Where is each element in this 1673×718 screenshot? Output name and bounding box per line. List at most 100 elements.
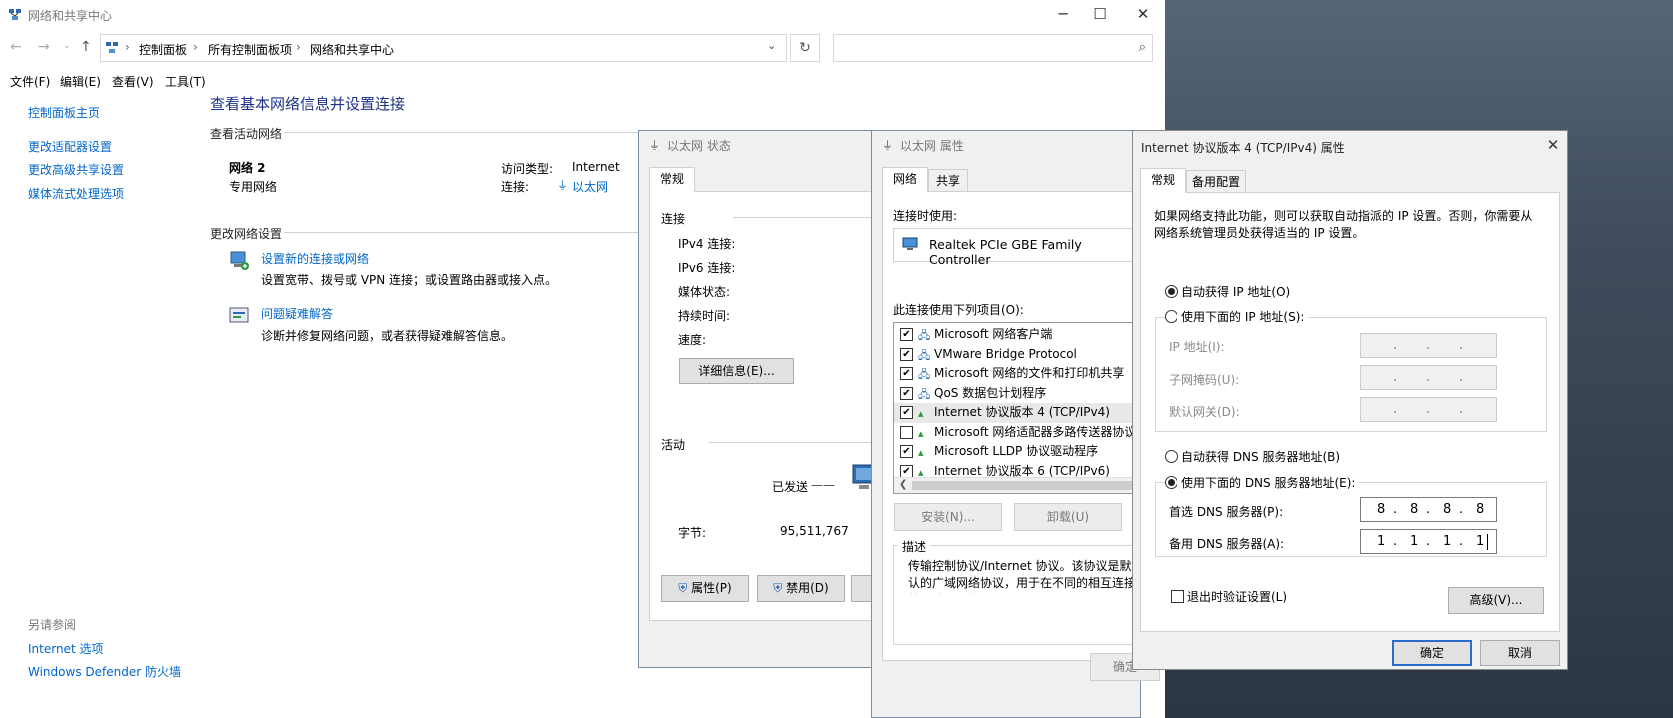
sent-dash: —— bbox=[811, 478, 835, 492]
component-checkbox[interactable]: ✔ bbox=[900, 445, 913, 458]
component-checkbox[interactable]: ✔ bbox=[900, 406, 913, 419]
component-label: Internet 协议版本 4 (TCP/IPv4) bbox=[934, 405, 1110, 419]
octet-dot: . bbox=[1459, 502, 1464, 517]
menu-tools[interactable]: 工具(T) bbox=[165, 73, 206, 90]
component-item[interactable]: ✔ 🖧 VMware Bridge Protocol bbox=[894, 345, 1143, 365]
recent-dropdown-icon[interactable]: ⌄ bbox=[63, 41, 71, 51]
component-checkbox[interactable]: ✔ bbox=[900, 347, 913, 361]
validate-checkbox[interactable] bbox=[1171, 590, 1184, 603]
component-item[interactable]: ▴ Microsoft 网络适配器多路传送器协议 bbox=[894, 423, 1143, 443]
preferred-dns-octet-3: 8 bbox=[1443, 502, 1452, 517]
alternate-dns-octet-3: 1 bbox=[1443, 534, 1452, 549]
component-checkbox[interactable]: ✔ bbox=[900, 386, 913, 400]
disable-button[interactable]: ⛨ 禁用(D) bbox=[757, 575, 845, 602]
auto-ip-label[interactable]: 自动获得 IP 地址(O) bbox=[1181, 283, 1290, 300]
component-checkbox[interactable]: ✔ bbox=[900, 464, 913, 478]
group-divider bbox=[733, 217, 879, 218]
see-also-heading: 另请参阅 bbox=[28, 618, 77, 632]
troubleshoot-icon bbox=[228, 305, 250, 327]
sidebar-item-home[interactable]: 控制面板主页 bbox=[28, 104, 100, 121]
preferred-dns-octet-2: 8 bbox=[1410, 502, 1419, 517]
bytes-label: 字节: bbox=[678, 526, 707, 540]
maximize-button[interactable]: ☐ bbox=[1077, 0, 1123, 28]
auto-dns-label[interactable]: 自动获得 DNS 服务器地址(B) bbox=[1181, 448, 1340, 465]
refresh-button[interactable]: ↻ bbox=[790, 34, 820, 62]
tab-general[interactable]: 常规 bbox=[1140, 168, 1186, 193]
back-icon[interactable]: ← bbox=[10, 39, 22, 55]
preferred-dns-input[interactable]: 8 . 8 . 8 . 8 bbox=[1360, 497, 1497, 522]
auto-dns-radio[interactable] bbox=[1165, 450, 1178, 463]
component-item[interactable]: ✔ 🖧 Microsoft 网络的文件和打印机共享 bbox=[894, 364, 1143, 384]
component-checkbox[interactable] bbox=[900, 425, 913, 439]
address-dropdown-icon[interactable]: ⌄ bbox=[767, 39, 776, 52]
component-checkbox[interactable]: ✔ bbox=[900, 328, 913, 341]
tab-sharing[interactable]: 共享 bbox=[928, 169, 968, 191]
validate-label[interactable]: 退出时验证设置(L) bbox=[1187, 588, 1287, 605]
description-text: 传输控制协议/Internet 协议。该协议是默认的广域网络协议，用于在不同的相… bbox=[908, 559, 1137, 594]
address-box[interactable]: › 控制面板 › 所有控制面板项 › 网络和共享中心 ⌄ bbox=[100, 34, 787, 62]
ipv4-properties-dialog: Internet 协议版本 4 (TCP/IPv4) 属性 ✕ 常规 备用配置 … bbox=[1132, 130, 1568, 670]
octet-dot: . bbox=[1459, 534, 1464, 549]
menu-file[interactable]: 文件(F) bbox=[10, 73, 50, 90]
see-also-internet-options[interactable]: Internet 选项 bbox=[28, 640, 103, 657]
search-input[interactable]: ⌕ bbox=[833, 34, 1153, 62]
component-item[interactable]: ✔ ▴ Internet 协议版本 4 (TCP/IPv4) bbox=[894, 403, 1143, 423]
up-icon[interactable]: ↑ bbox=[80, 39, 92, 55]
scroll-left-icon[interactable]: ❮ bbox=[899, 479, 907, 490]
alternate-dns-input[interactable]: 1 . 1 . 1 . 1 bbox=[1360, 529, 1497, 554]
install-button[interactable]: 安装(N)... bbox=[894, 503, 1002, 531]
control-panel-icon bbox=[105, 41, 119, 54]
forward-icon[interactable]: → bbox=[38, 39, 50, 55]
manual-ip-label[interactable]: 使用下面的 IP 地址(S): bbox=[1177, 308, 1309, 325]
details-button[interactable]: 详细信息(E)... bbox=[679, 358, 794, 384]
breadcrumb-control-panel[interactable]: 控制面板 bbox=[139, 41, 187, 58]
ethernet-status-dialog: ⏚ 以太网 状态 常规 连接 IPv4 连接: IPv6 连接: 媒体状态: 持… bbox=[638, 130, 879, 668]
sidebar-item-sharing[interactable]: 更改高级共享设置 bbox=[28, 161, 124, 178]
status-tab-panel bbox=[649, 191, 879, 621]
advanced-button[interactable]: 高级(V)... bbox=[1448, 587, 1544, 614]
component-icon: 🖧 bbox=[918, 348, 931, 362]
default-gateway-input[interactable]: ... bbox=[1360, 397, 1497, 422]
breadcrumb-all-items[interactable]: 所有控制面板项 bbox=[208, 41, 292, 58]
cancel-button[interactable]: 取消 bbox=[1480, 640, 1560, 666]
ethernet-link[interactable]: 以太网 bbox=[572, 178, 608, 195]
menu-view[interactable]: 查看(V) bbox=[112, 73, 154, 90]
component-label: Microsoft 网络适配器多路传送器协议 bbox=[934, 424, 1137, 439]
component-item[interactable]: ✔ ▴ Microsoft LLDP 协议驱动程序 bbox=[894, 442, 1143, 462]
network-name: 网络 2 bbox=[229, 161, 266, 175]
component-item[interactable]: ✔ 🖧 QoS 数据包计划程序 bbox=[894, 384, 1143, 404]
properties-button[interactable]: ⛨ 属性(P) bbox=[661, 575, 749, 602]
uninstall-button[interactable]: 卸载(U) bbox=[1014, 503, 1122, 531]
manual-dns-label[interactable]: 使用下面的 DNS 服务器地址(E): bbox=[1177, 474, 1360, 491]
task-new-connection[interactable]: 设置新的连接或网络 bbox=[261, 250, 369, 267]
network-type: 专用网络 bbox=[229, 180, 278, 194]
subnet-mask-label: 子网掩码(U): bbox=[1169, 373, 1240, 387]
section-divider bbox=[284, 132, 644, 133]
breadcrumb-network-center[interactable]: 网络和共享中心 bbox=[310, 41, 394, 58]
tab-networking[interactable]: 网络 bbox=[882, 167, 928, 192]
sidebar-item-adapter[interactable]: 更改适配器设置 bbox=[28, 138, 112, 155]
component-label: Microsoft LLDP 协议驱动程序 bbox=[934, 444, 1099, 458]
ip-address-label: IP 地址(I): bbox=[1169, 340, 1225, 354]
component-item[interactable]: ✔ 🖧 Microsoft 网络客户端 bbox=[894, 325, 1143, 345]
ok-button[interactable]: 确定 bbox=[1392, 640, 1472, 666]
access-type-value: Internet bbox=[572, 160, 620, 174]
title-bar: 网络和共享中心 ─ ☐ ✕ bbox=[0, 0, 1165, 30]
task-troubleshoot[interactable]: 问题疑难解答 bbox=[261, 305, 333, 322]
scroll-thumb[interactable] bbox=[912, 481, 1143, 490]
tab-alternate-config[interactable]: 备用配置 bbox=[1186, 170, 1246, 192]
menu-edit[interactable]: 编辑(E) bbox=[60, 73, 101, 90]
close-button[interactable]: ✕ bbox=[1120, 0, 1166, 28]
component-icon: 🖧 bbox=[918, 368, 931, 381]
network-adapter-icon bbox=[902, 237, 918, 251]
ip-address-input[interactable]: ... bbox=[1360, 333, 1497, 358]
close-button[interactable]: ✕ bbox=[1539, 131, 1567, 159]
component-checkbox[interactable]: ✔ bbox=[900, 367, 913, 380]
subnet-mask-input[interactable]: ... bbox=[1360, 365, 1497, 390]
sidebar-item-media[interactable]: 媒体流式处理选项 bbox=[28, 185, 124, 202]
horizontal-scrollbar[interactable]: ❮ bbox=[894, 477, 1143, 493]
active-networks-label: 查看活动网络 bbox=[210, 127, 283, 141]
see-also-firewall[interactable]: Windows Defender 防火墙 bbox=[28, 663, 181, 680]
auto-ip-radio[interactable] bbox=[1165, 285, 1178, 298]
tab-general[interactable]: 常规 bbox=[649, 167, 695, 192]
